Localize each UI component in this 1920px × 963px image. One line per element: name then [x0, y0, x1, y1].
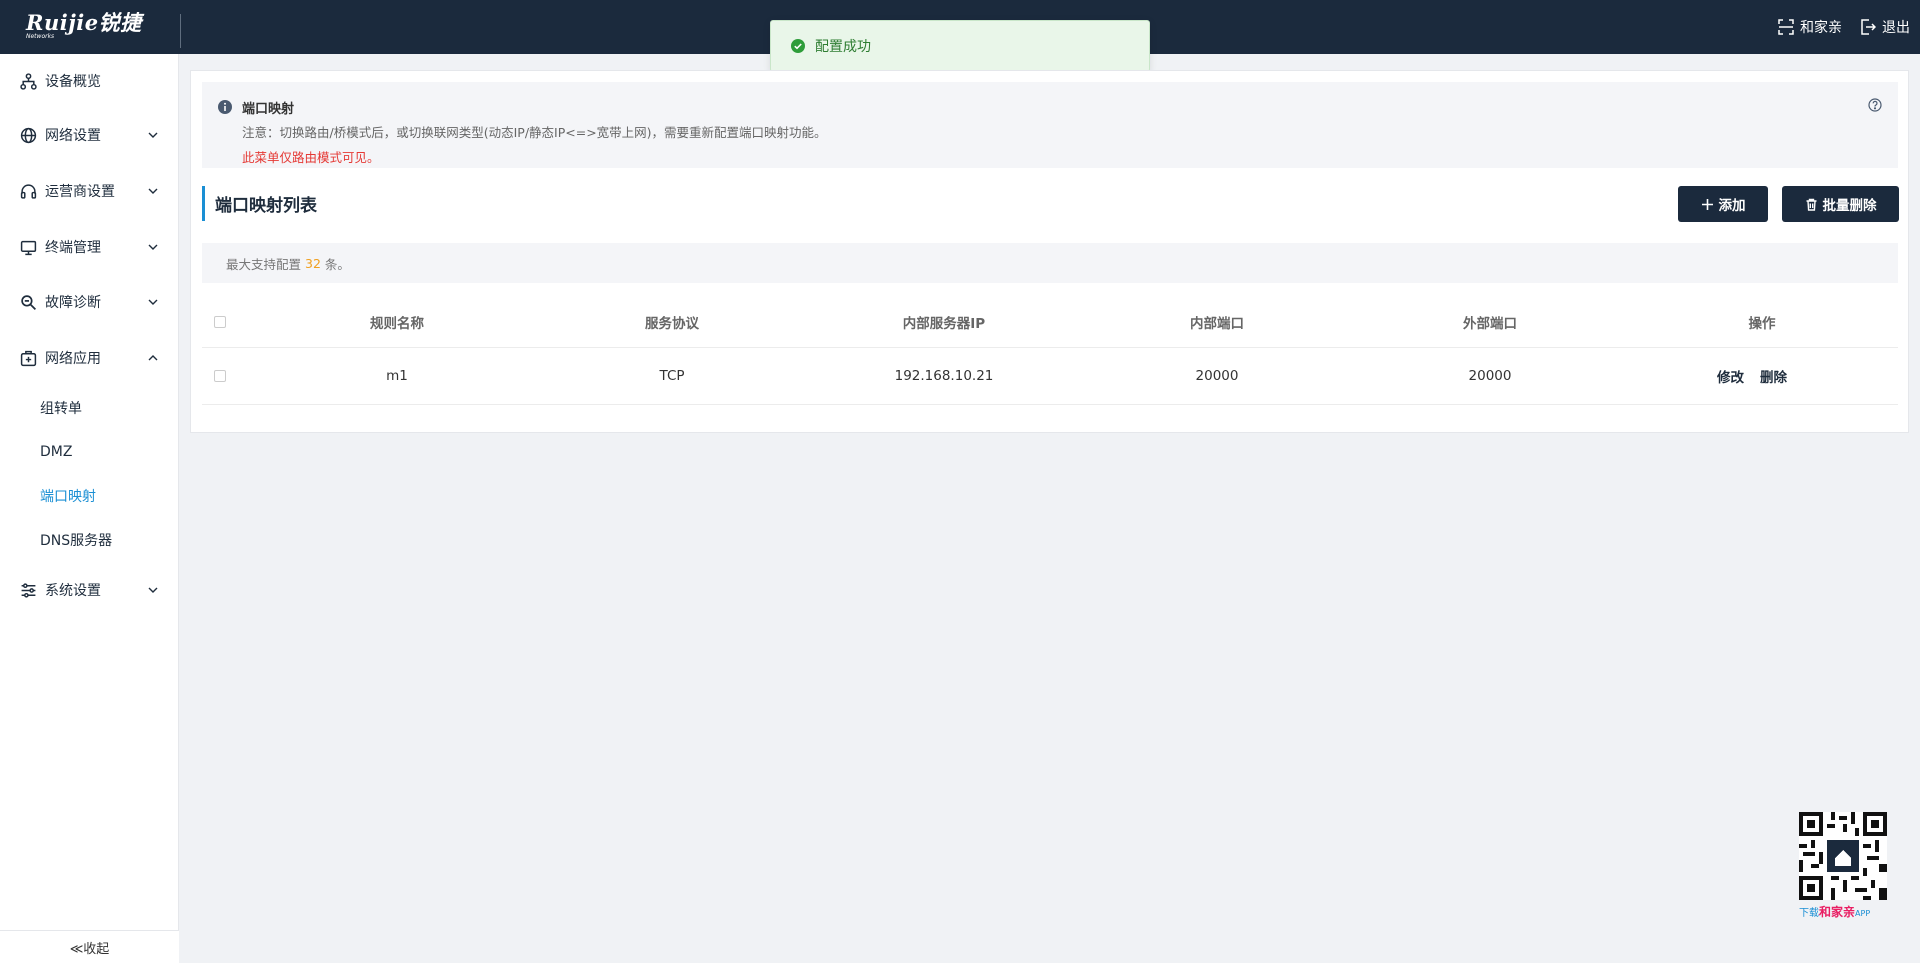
app-icon	[20, 350, 37, 366]
section-accent-bar	[202, 186, 205, 221]
info-icon	[218, 100, 232, 114]
add-button[interactable]: 添加	[1678, 186, 1768, 222]
sidebar: 设备概览 网络设置 运营商设置 终端管理 故障诊断 网络应用 组转单 DMZ 端…	[0, 54, 179, 963]
sidebar-subitem-dmz[interactable]: DMZ	[0, 434, 179, 470]
sidebar-item-apps[interactable]: 网络应用	[0, 338, 179, 378]
globe-icon	[20, 127, 37, 143]
scan-icon	[1778, 19, 1794, 35]
app-label: 和家亲	[1800, 20, 1842, 36]
logo: Ruijie锐捷	[26, 10, 142, 35]
cell-external-port: 20000	[1468, 368, 1512, 384]
headset-icon	[20, 183, 37, 199]
collapse-sidebar-button[interactable]: ≪收起	[0, 930, 179, 963]
success-toast: 配置成功	[770, 20, 1150, 72]
delete-link[interactable]: 删除	[1760, 366, 1787, 386]
logout-button[interactable]: 退出	[1860, 17, 1910, 37]
max-count: 32	[305, 255, 321, 271]
toast-text: 配置成功	[815, 39, 871, 55]
logout-label: 退出	[1882, 20, 1910, 36]
add-label: 添加	[1718, 198, 1746, 214]
topology-icon	[20, 72, 37, 90]
port-mapping-card: 端口映射 注意：切换路由/桥模式后，或切换联网类型(动态IP/静态IP<=>宽带…	[190, 70, 1909, 433]
chevron-up-icon	[148, 355, 158, 361]
port-mapping-table: 规则名称 服务协议 内部服务器IP 内部端口 外部端口 操作 m1 TCP 19…	[202, 297, 1898, 405]
sidebar-item-system[interactable]: 系统设置	[0, 570, 179, 610]
header-internal-port: 内部端口	[1190, 316, 1244, 332]
info-suffix: 条。	[324, 256, 350, 272]
subitem-label: DMZ	[40, 444, 73, 460]
sidebar-item-terminal[interactable]: 终端管理	[0, 227, 179, 267]
subitem-label: 端口映射	[40, 489, 96, 505]
help-icon[interactable]	[1868, 98, 1882, 112]
sidebar-item-label: 系统设置	[45, 583, 101, 599]
qr-caption: 下载和家亲APP	[1799, 903, 1891, 920]
cell-protocol: TCP	[659, 368, 685, 384]
info-prefix: 最大支持配置	[226, 256, 302, 272]
header-external-port: 外部端口	[1463, 316, 1517, 332]
logout-icon	[1861, 19, 1876, 35]
sidebar-item-label: 网络设置	[45, 128, 101, 144]
sidebar-item-label: 网络应用	[45, 351, 101, 367]
notice-box: 端口映射 注意：切换路由/桥模式后，或切换联网类型(动态IP/静态IP<=>宽带…	[202, 82, 1898, 168]
check-circle-icon	[791, 39, 805, 53]
header-protocol: 服务协议	[645, 316, 699, 332]
cell-rule-name: m1	[386, 368, 408, 384]
batch-delete-label: 批量删除	[1822, 198, 1877, 214]
table-header-row: 规则名称 服务协议 内部服务器IP 内部端口 外部端口 操作	[202, 297, 1898, 348]
section-title: 端口映射列表	[215, 196, 317, 216]
sidebar-item-label: 终端管理	[45, 240, 101, 256]
sliders-icon	[21, 582, 36, 598]
app-download-button[interactable]: 和家亲	[1778, 17, 1842, 37]
subitem-label: DNS服务器	[40, 533, 113, 549]
qr-caption-app-name: 和家亲	[1819, 905, 1856, 919]
batch-delete-button[interactable]: 批量删除	[1782, 186, 1899, 222]
trash-icon	[1806, 198, 1816, 211]
sidebar-item-label: 设备概览	[45, 74, 101, 90]
row-checkbox[interactable]	[214, 370, 226, 382]
sidebar-item-carrier[interactable]: 运营商设置	[0, 171, 179, 211]
cell-internal-ip: 192.168.10.21	[894, 368, 994, 384]
header-actions: 和家亲 退出	[1778, 0, 1910, 54]
header-rule-name: 规则名称	[370, 316, 424, 332]
notice-text: 注意：切换路由/桥模式后，或切换联网类型(动态IP/静态IP<=>宽带上网)，需…	[242, 125, 827, 140]
qr-caption-app: APP	[1855, 909, 1871, 918]
sidebar-item-label: 故障诊断	[45, 295, 101, 311]
plus-icon	[1701, 198, 1713, 210]
cell-internal-port: 20000	[1195, 368, 1239, 384]
diagnose-icon	[21, 294, 37, 310]
header-internal-ip: 内部服务器IP	[902, 316, 986, 332]
notice-warning: 此菜单仅路由模式可见。	[242, 150, 380, 165]
sidebar-item-label: 运营商设置	[45, 184, 115, 200]
sidebar-subitem-dns[interactable]: DNS服务器	[0, 522, 179, 558]
select-all-checkbox[interactable]	[214, 316, 226, 328]
chevron-down-icon	[148, 587, 158, 593]
chevron-down-icon	[148, 132, 158, 138]
sidebar-item-network[interactable]: 网络设置	[0, 115, 179, 155]
chevron-down-icon	[148, 299, 158, 305]
sidebar-item-overview[interactable]: 设备概览	[0, 61, 179, 101]
monitor-icon	[20, 240, 37, 255]
sidebar-item-diagnose[interactable]: 故障诊断	[0, 282, 179, 322]
notice-title: 端口映射	[242, 102, 295, 117]
row-actions: 修改 删除	[1717, 366, 1787, 386]
table-row: m1 TCP 192.168.10.21 20000 20000 修改 删除	[202, 348, 1898, 405]
header-divider	[180, 14, 181, 48]
max-config-info: 最大支持配置 32 条。	[202, 243, 1898, 283]
sidebar-subitem-group[interactable]: 组转单	[0, 390, 179, 426]
header-actions: 操作	[1748, 316, 1776, 332]
qr-caption-download: 下载	[1799, 908, 1819, 919]
qr-code-icon	[1799, 812, 1887, 900]
logo-subtitle: Networks	[26, 33, 55, 40]
sidebar-subitem-port-mapping[interactable]: 端口映射	[0, 478, 179, 514]
subitem-label: 组转单	[40, 401, 82, 417]
chevron-down-icon	[148, 188, 158, 194]
edit-link[interactable]: 修改	[1717, 366, 1744, 386]
chevron-down-icon	[148, 244, 158, 250]
